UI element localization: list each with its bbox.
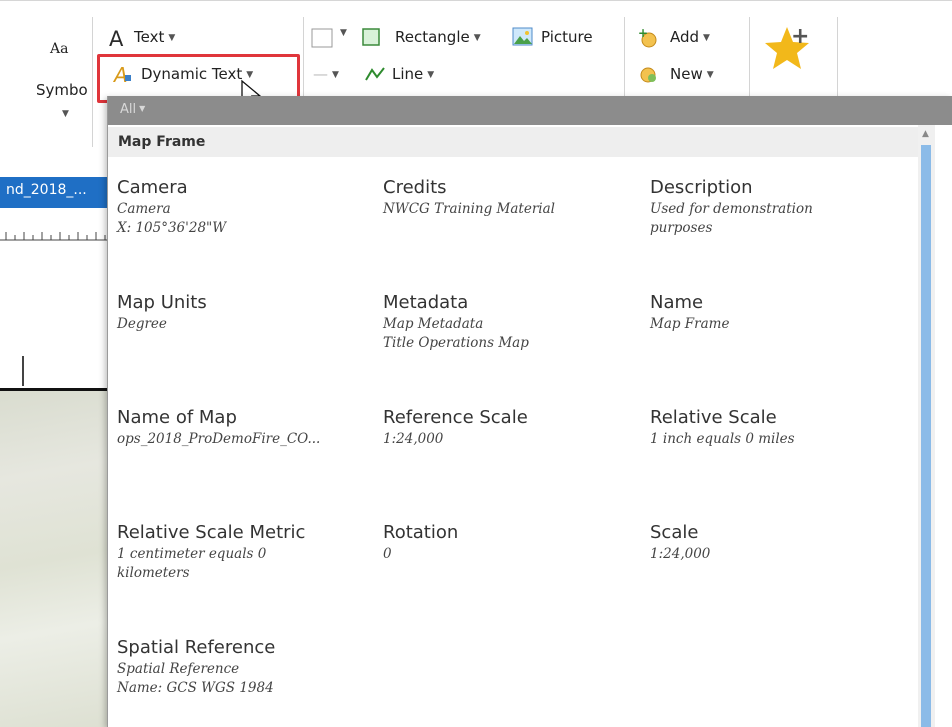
gallery-item-metadata[interactable]: Metadata Map Metadata Title Operations M… xyxy=(383,291,643,353)
gallery-item-scale[interactable]: Scale 1:24,000 xyxy=(650,521,910,564)
item-title: Map Units xyxy=(117,292,207,313)
gallery-item-description[interactable]: Description Used for demonstration purpo… xyxy=(650,176,910,238)
symbol-button-label[interactable]: Symbo xyxy=(36,81,88,99)
rectangle-button[interactable]: Rectangle ▼ xyxy=(395,28,481,46)
item-title: Name xyxy=(650,292,704,313)
line-style-icon[interactable]: — ▼ xyxy=(313,65,339,83)
gallery-item-map-units[interactable]: Map Units Degree xyxy=(117,291,377,334)
gallery-item-name[interactable]: Name Map Frame xyxy=(650,291,910,334)
item-title: Spatial Reference xyxy=(117,637,276,658)
item-value: ops_2018_ProDemoFire_CO... xyxy=(117,431,321,447)
item-title: Camera xyxy=(117,177,188,198)
item-title: Reference Scale xyxy=(383,407,528,428)
item-value: Used for demonstration xyxy=(650,201,813,217)
chevron-down-icon: ▼ xyxy=(703,33,710,43)
item-value: Spatial Reference xyxy=(117,661,240,677)
svg-text:A: A xyxy=(109,27,124,49)
gallery-item-camera[interactable]: Camera Camera X: 105°36'28"W xyxy=(117,176,377,238)
item-value: 1 centimeter equals 0 xyxy=(117,546,267,562)
chevron-down-icon[interactable]: ▼ xyxy=(340,28,347,38)
svg-text:+: + xyxy=(791,24,809,49)
new-button[interactable]: New ▼ xyxy=(670,65,714,83)
line-icon[interactable] xyxy=(364,65,386,83)
text-a-icon[interactable]: A xyxy=(107,27,129,49)
chevron-down-icon: ▼ xyxy=(706,70,714,80)
gallery-item-reference-scale[interactable]: Reference Scale 1:24,000 xyxy=(383,406,643,449)
picture-icon[interactable] xyxy=(512,27,534,47)
picture-button[interactable]: Picture xyxy=(541,28,593,46)
chevron-down-icon: ▼ xyxy=(473,33,481,43)
item-value: Map Frame xyxy=(650,316,730,332)
chevron-down-icon: ▼ xyxy=(427,70,435,80)
text-button[interactable]: Text ▼ xyxy=(134,28,175,46)
rectangle-label: Rectangle xyxy=(395,28,470,46)
item-value: Name: GCS WGS 1984 xyxy=(117,680,274,696)
ribbon-divider xyxy=(92,17,93,147)
add-button[interactable]: Add ▼ xyxy=(670,28,710,46)
item-value: Camera xyxy=(117,201,171,217)
map-frame-marker xyxy=(22,356,24,386)
scrollbar[interactable]: ▲ xyxy=(918,125,935,727)
text-button-label: Text xyxy=(134,28,165,46)
item-value: 0 xyxy=(383,546,392,562)
item-value: purposes xyxy=(650,220,713,236)
item-title: Metadata xyxy=(383,292,469,313)
item-title: Credits xyxy=(383,177,447,198)
new-graphic-icon[interactable] xyxy=(636,63,660,85)
item-value: 1:24,000 xyxy=(650,546,711,562)
new-label: New xyxy=(670,65,703,83)
item-value: X: 105°36'28"W xyxy=(117,220,227,236)
item-title: Description xyxy=(650,177,753,198)
gallery-item-relative-scale-metric[interactable]: Relative Scale Metric 1 centimeter equal… xyxy=(117,521,377,583)
item-title: Relative Scale xyxy=(650,407,777,428)
item-value: kilometers xyxy=(117,565,190,581)
group-header: Map Frame xyxy=(108,127,918,157)
item-title: Scale xyxy=(650,522,699,543)
shape-style-icon[interactable] xyxy=(311,27,337,49)
star-add-icon[interactable]: + xyxy=(763,21,815,77)
item-value: NWCG Training Material xyxy=(383,201,555,217)
item-value: Map Metadata xyxy=(383,316,484,332)
item-title: Name of Map xyxy=(117,407,237,428)
gallery-item-spatial-reference[interactable]: Spatial Reference Spatial Reference Name… xyxy=(117,636,377,698)
item-title: Relative Scale Metric xyxy=(117,522,306,543)
gallery-item-name-of-map[interactable]: Name of Map ops_2018_ProDemoFire_CO... xyxy=(117,406,377,449)
dynamic-text-gallery: All ▼ Map Frame ▲ Camera Camera X: 105°36… xyxy=(107,96,952,727)
scroll-thumb[interactable] xyxy=(921,145,931,727)
chevron-down-icon: ▼ xyxy=(332,70,339,80)
chevron-down-icon[interactable]: ▼ xyxy=(62,109,69,119)
gallery-filter[interactable]: All ▼ xyxy=(108,96,952,125)
line-label: Line xyxy=(392,65,424,83)
svg-text:+: + xyxy=(638,27,648,40)
item-value: Title Operations Map xyxy=(383,335,529,351)
gallery-item-relative-scale[interactable]: Relative Scale 1 inch equals 0 miles xyxy=(650,406,910,449)
scroll-up-icon[interactable]: ▲ xyxy=(922,129,929,139)
filter-label: All xyxy=(120,102,137,117)
gallery-item-credits[interactable]: Credits NWCG Training Material xyxy=(383,176,643,219)
item-value: Degree xyxy=(117,316,167,332)
item-value: 1 inch equals 0 miles xyxy=(650,431,795,447)
rectangle-icon[interactable] xyxy=(362,28,382,48)
symbol-gallery-icon[interactable]: Aa xyxy=(50,41,68,57)
line-button[interactable]: Line ▼ xyxy=(392,65,434,83)
map-document-tab[interactable]: nd_2018_... xyxy=(0,177,113,208)
chevron-down-icon: ▼ xyxy=(139,104,146,113)
add-label: Add xyxy=(670,28,700,46)
map-canvas[interactable] xyxy=(0,388,113,727)
map-ruler xyxy=(0,232,113,241)
gallery-item-rotation[interactable]: Rotation 0 xyxy=(383,521,643,564)
add-graphic-icon[interactable]: + xyxy=(636,27,660,49)
item-title: Rotation xyxy=(383,522,459,543)
chevron-down-icon: ▼ xyxy=(168,33,176,43)
item-value: 1:24,000 xyxy=(383,431,444,447)
